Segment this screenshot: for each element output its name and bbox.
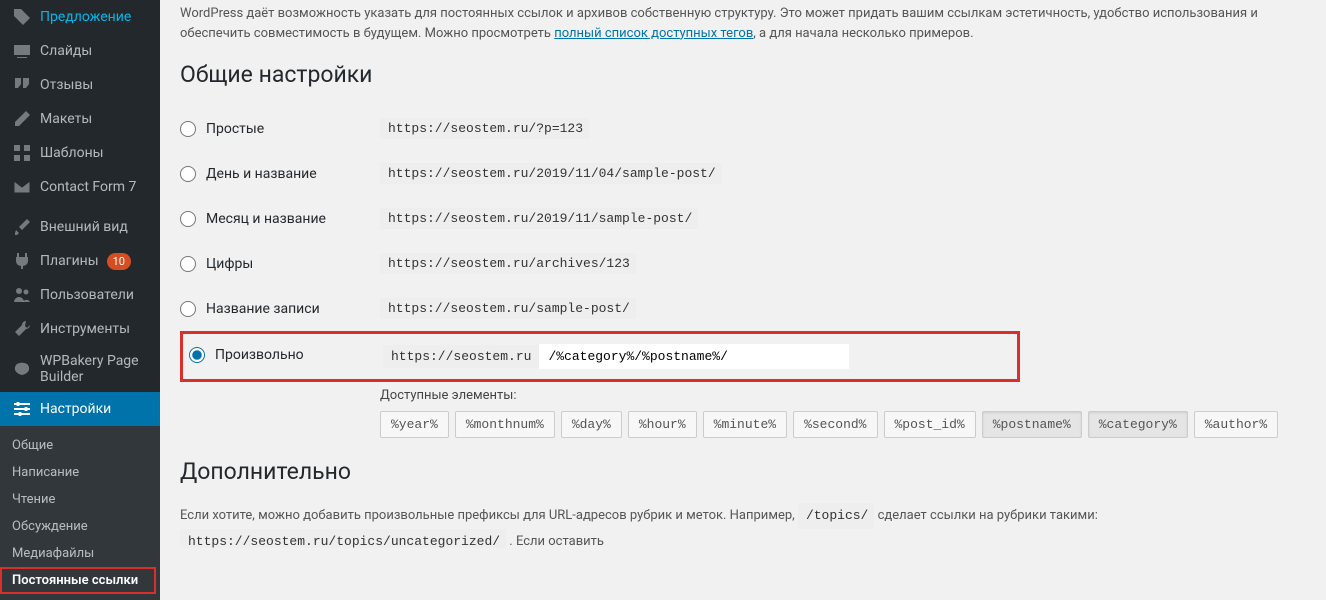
sidebar-item-offer[interactable]: Предложение [0,0,160,34]
structure-tag-button[interactable]: %day% [561,411,622,438]
sidebar-label: Contact Form 7 [40,179,136,195]
radio-simple[interactable] [180,121,196,137]
sidebar-label: Пользователи [40,287,134,303]
structure-tag-button[interactable]: %second% [793,411,877,438]
radio-custom[interactable] [189,347,205,363]
quote-icon [12,75,32,95]
sub-writing[interactable]: Написание [0,459,160,486]
radio-label: Цифры [206,256,253,272]
sub-permalinks[interactable]: Постоянные ссылки [0,567,156,594]
structure-tag-button[interactable]: %category% [1088,411,1188,438]
sidebar-label: Слайды [40,43,92,59]
settings-submenu: Общие Написание Чтение Обсуждение Медиаф… [0,426,160,600]
sidebar-label: Плагины [40,253,99,269]
extra-description: Если хотите, можно добавить произвольные… [180,503,1306,548]
sidebar-item-users[interactable]: Пользователи [0,278,160,312]
sidebar-label: Отзывы [40,77,93,93]
example-url: https://seostem.ru/2019/11/04/sample-pos… [380,163,722,184]
sidebar-item-templates[interactable]: Шаблоны [0,136,160,170]
section-heading: Общие настройки [180,61,1306,88]
slides-icon [12,41,32,61]
sidebar-item-cf7[interactable]: Contact Form 7 [0,170,160,204]
structure-tag-button[interactable]: %year% [380,411,449,438]
pencil-icon [12,109,32,129]
sidebar-label: Внешний вид [40,219,128,235]
sub-reading[interactable]: Чтение [0,486,160,513]
section-heading-extra: Дополнительно [180,458,1306,485]
tag-icon [12,7,32,27]
example-url: https://seostem.ru/2019/11/sample-post/ [380,208,698,229]
structure-tag-button[interactable]: %monthnum% [455,411,555,438]
users-icon [12,285,32,305]
permalink-option-simple: Простые https://seostem.ru/?p=123 [180,106,1306,151]
example-url: https://seostem.ru/archives/123 [380,253,636,274]
structure-tag-button[interactable]: %author% [1194,411,1278,438]
sidebar-item-wpbakery[interactable]: WPBakery Page Builder [0,346,160,392]
update-badge: 10 [107,253,131,270]
sub-media[interactable]: Медиафайлы [0,540,160,567]
brush-icon [12,217,32,237]
mail-icon [12,177,32,197]
sidebar-item-layouts[interactable]: Макеты [0,102,160,136]
radio-label: Месяц и название [206,211,326,227]
admin-sidebar: Предложение Слайды Отзывы Макеты Шаблоны… [0,0,160,548]
radio-day[interactable] [180,166,196,182]
custom-prefix: https://seostem.ru [383,345,539,368]
plug-icon [12,251,32,271]
sidebar-item-plugins[interactable]: Плагины 10 [0,244,160,278]
custom-structure-input[interactable] [539,344,849,369]
radio-label: Простые [206,121,264,137]
available-tags: Доступные элементы: %year%%monthnum%%day… [380,388,1306,438]
example-url: https://seostem.ru/?p=123 [380,118,589,139]
main-content: WordPress даёт возможность указать для п… [160,0,1326,548]
structure-tag-button[interactable]: %post_id% [884,411,976,438]
sidebar-item-settings[interactable]: Настройки [0,392,160,426]
sidebar-label: Предложение [40,9,131,25]
sidebar-item-reviews[interactable]: Отзывы [0,68,160,102]
sidebar-item-appearance[interactable]: Внешний вид [0,210,160,244]
structure-tag-button[interactable]: %minute% [703,411,787,438]
permalink-option-day: День и название https://seostem.ru/2019/… [180,151,1306,196]
sliders-icon [12,399,32,419]
permalink-option-month: Месяц и название https://seostem.ru/2019… [180,196,1306,241]
sidebar-item-tools[interactable]: Инструменты [0,312,160,346]
radio-label: Название записи [206,301,320,317]
radio-numeric[interactable] [180,256,196,272]
sub-general[interactable]: Общие [0,432,160,459]
sidebar-label: Настройки [40,401,111,417]
sidebar-label: Макеты [40,111,92,127]
radio-postname[interactable] [180,301,196,317]
sub-discussion[interactable]: Обсуждение [0,513,160,540]
permalink-option-numeric: Цифры https://seostem.ru/archives/123 [180,241,1306,286]
radio-label: Произвольно [215,347,304,363]
radio-label: День и название [206,166,317,182]
permalink-option-postname: Название записи https://seostem.ru/sampl… [180,286,1306,331]
wrench-icon [12,319,32,339]
intro-text: WordPress даёт возможность указать для п… [180,4,1306,43]
structure-tag-button[interactable]: %postname% [982,411,1082,438]
tags-doc-link[interactable]: полный список доступных тегов [554,26,753,41]
example-url: https://seostem.ru/sample-post/ [380,298,636,319]
sidebar-label: Шаблоны [40,145,104,161]
structure-tag-button[interactable]: %hour% [628,411,697,438]
available-label: Доступные элементы: [380,388,1306,403]
radio-month[interactable] [180,211,196,227]
permalink-option-custom: Произвольно https://seostem.ru [180,331,1020,382]
wpbakery-icon [12,359,32,379]
sidebar-label: WPBakery Page Builder [40,353,148,385]
grid-icon [12,143,32,163]
sidebar-item-slides[interactable]: Слайды [0,34,160,68]
sidebar-label: Инструменты [40,321,130,337]
